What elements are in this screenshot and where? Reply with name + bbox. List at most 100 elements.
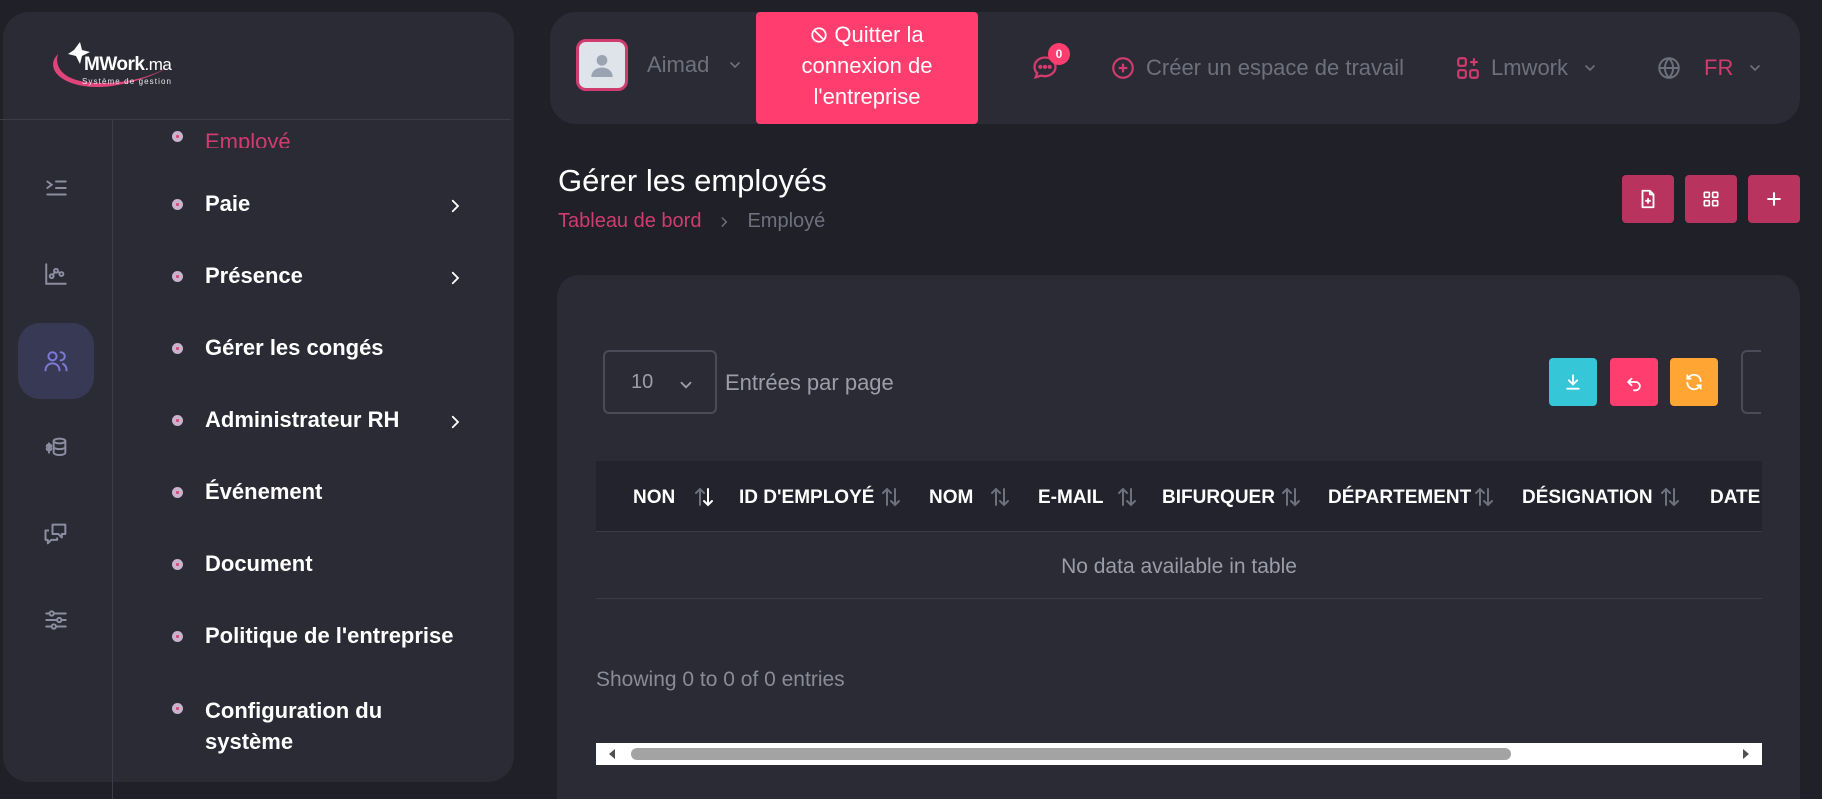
sort-icon[interactable] xyxy=(1117,486,1137,508)
sidebar-item-document[interactable]: Document xyxy=(172,551,313,577)
menu-bullet-icon xyxy=(172,486,183,498)
breadcrumb-home-link[interactable]: Tableau de bord xyxy=(558,210,701,233)
page-size-value: 10 xyxy=(631,370,654,393)
scroll-left-icon[interactable] xyxy=(606,748,618,760)
brand-tagline: Système de gestion xyxy=(82,77,173,86)
sidebar-item-paie[interactable]: Paie xyxy=(172,191,250,217)
sidebar-item-label: Employé xyxy=(205,129,291,148)
menu-bullet-icon xyxy=(172,198,183,210)
sidebar-item-label: Administrateur RH xyxy=(205,407,400,432)
finance-icon xyxy=(45,437,67,456)
sidebar-item-label: Présence xyxy=(205,263,303,288)
horizontal-scrollbar[interactable] xyxy=(596,743,1762,765)
language-switcher[interactable]: FR xyxy=(1656,55,1763,81)
search-input[interactable] xyxy=(1741,350,1761,414)
sidebar-item-politique[interactable]: Politique de l'entreprise xyxy=(172,623,454,649)
create-workspace-button[interactable]: Créer un espace de travail xyxy=(1110,55,1404,81)
workspace-switcher[interactable]: Lmwork xyxy=(1455,55,1598,81)
globe-icon xyxy=(1658,56,1680,80)
user-name[interactable]: Aimad xyxy=(647,52,709,78)
column-header-email[interactable]: E-MAIL xyxy=(1038,487,1103,509)
download-icon xyxy=(1566,374,1580,390)
chevron-right-icon[interactable] xyxy=(446,268,464,288)
menu-bullet-icon xyxy=(172,342,183,354)
sort-icon[interactable] xyxy=(694,486,714,508)
sidebar-item-label: Document xyxy=(205,551,313,576)
sidebar-item-presence[interactable]: Présence xyxy=(172,263,303,289)
menu-bullet-icon xyxy=(172,414,183,426)
rail-messages-button[interactable] xyxy=(18,496,94,572)
reset-button[interactable] xyxy=(1610,358,1658,406)
menu-bullet-icon xyxy=(172,558,183,570)
column-header-departement[interactable]: DÉPARTEMENT xyxy=(1328,487,1471,509)
add-employee-button[interactable] xyxy=(1748,175,1800,223)
language-code: FR xyxy=(1704,55,1734,80)
plus-icon xyxy=(1767,192,1781,206)
quit-company-button[interactable]: Quitter la connexion de l'entreprise xyxy=(756,12,978,124)
sidebar-item-conges[interactable]: Gérer les congés xyxy=(172,335,384,361)
rail-divider xyxy=(112,120,113,799)
chevron-down-icon xyxy=(1585,65,1595,72)
analytics-icon xyxy=(45,263,67,285)
table-empty-row: No data available in table xyxy=(596,533,1762,599)
page-title: Gérer les employés xyxy=(558,163,827,198)
sidebar-item-label: Paie xyxy=(205,191,251,216)
sidebar-item-label: Événement xyxy=(205,479,323,504)
column-header-non[interactable]: NON xyxy=(633,487,675,509)
chevron-right-icon[interactable] xyxy=(446,412,464,432)
plus-circle-icon xyxy=(1112,57,1134,79)
import-file-button[interactable] xyxy=(1622,175,1674,223)
sidebar-item-employe[interactable]: Employé xyxy=(172,120,291,148)
messages-icon xyxy=(44,523,67,545)
sidebar-item-label: Politique de l'entreprise xyxy=(205,623,454,648)
sidebar-item-evenement[interactable]: Événement xyxy=(172,479,322,505)
refresh-button[interactable] xyxy=(1670,358,1718,406)
entries-per-page-label: Entrées par page xyxy=(725,370,894,395)
undo-icon xyxy=(1626,377,1641,392)
sort-icon[interactable] xyxy=(990,486,1010,508)
sidebar-item-label: Gérer les congés xyxy=(205,335,384,360)
apps-add-icon xyxy=(1457,57,1479,79)
column-header-employee-id[interactable]: ID D'EMPLOYÉ xyxy=(739,487,874,509)
sidebar-item-label: Configuration du système xyxy=(205,698,383,754)
column-header-designation[interactable]: DÉSIGNATION xyxy=(1522,487,1653,509)
export-button[interactable] xyxy=(1549,358,1597,406)
chat-count-badge: 0 xyxy=(1048,43,1070,65)
table-info: Showing 0 to 0 of 0 entries xyxy=(596,668,845,691)
column-header-nom[interactable]: NOM xyxy=(929,487,973,509)
grid-icon xyxy=(1703,191,1719,207)
avatar[interactable] xyxy=(576,39,628,91)
employees-table: NON ID D'EMPLOYÉ NOM E-MAIL BIFURQUER DÉ… xyxy=(596,461,1762,599)
sort-icon[interactable] xyxy=(881,486,901,508)
rail-finance-button[interactable] xyxy=(18,410,94,486)
sort-icon[interactable] xyxy=(1281,486,1301,508)
ban-icon xyxy=(811,27,828,43)
menu-bullet-icon xyxy=(172,703,183,714)
scrollbar-thumb[interactable] xyxy=(631,748,1511,760)
page-size-select[interactable]: 10 xyxy=(603,350,717,414)
collapse-menu-icon xyxy=(46,180,67,196)
sort-icon[interactable] xyxy=(1660,486,1680,508)
column-header-date[interactable]: DATE xyxy=(1710,487,1760,509)
rail-analytics-button[interactable] xyxy=(18,236,94,312)
chevron-right-icon[interactable] xyxy=(446,196,464,216)
sort-icon[interactable] xyxy=(1474,486,1494,508)
rail-employees-button[interactable] xyxy=(18,323,94,399)
rail-collapse-button[interactable] xyxy=(18,150,94,226)
sidebar-item-admin-rh[interactable]: Administrateur RH xyxy=(172,407,399,433)
chevron-right-icon xyxy=(721,216,728,227)
menu-bullet-icon xyxy=(172,131,183,142)
scroll-right-icon[interactable] xyxy=(1740,748,1752,760)
chevron-down-icon xyxy=(680,381,692,389)
breadcrumb-current: Employé xyxy=(747,210,826,232)
users-icon xyxy=(44,351,68,372)
rail-settings-button[interactable] xyxy=(18,582,94,658)
brand-logo[interactable]: MWork.ma Système de gestion xyxy=(46,32,206,102)
column-header-bifurquer[interactable]: BIFURQUER xyxy=(1162,487,1275,509)
grid-view-button[interactable] xyxy=(1685,175,1737,223)
sidebar-item-configuration[interactable]: Configuration du système xyxy=(172,695,382,757)
workspace-label: Lmwork xyxy=(1491,55,1569,80)
breadcrumb: Tableau de bord Employé xyxy=(558,210,825,233)
chevron-down-icon[interactable] xyxy=(727,57,743,73)
table-header: NON ID D'EMPLOYÉ NOM E-MAIL BIFURQUER DÉ… xyxy=(596,461,1762,532)
